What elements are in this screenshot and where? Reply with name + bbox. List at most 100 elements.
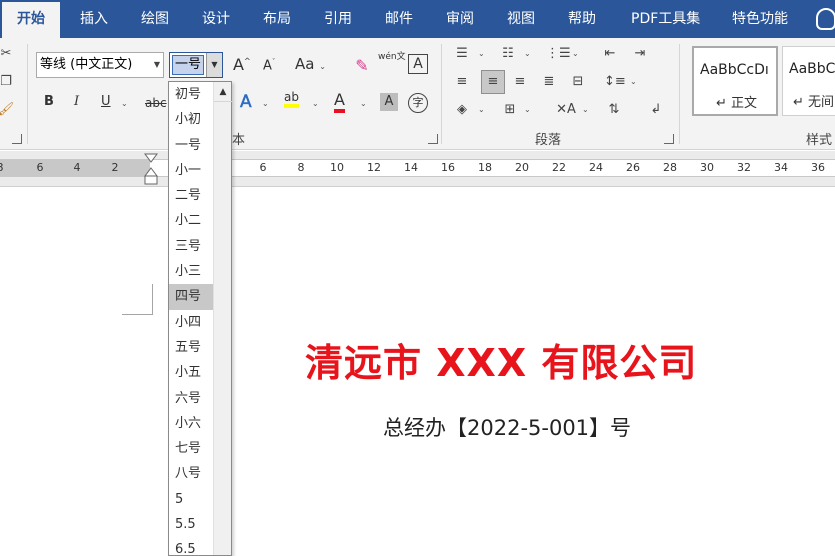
- tab-draw[interactable]: 绘图: [141, 0, 169, 38]
- font-size-dropdown-arrow-icon[interactable]: ▼: [206, 53, 222, 77]
- horizontal-ruler[interactable]: 8 6 4 2 6 8 10 12 14 16 18 20 22 24 26 2…: [0, 151, 835, 187]
- bullets-icon[interactable]: ☰: [452, 44, 472, 64]
- text-effects-button[interactable]: A: [240, 92, 252, 113]
- chevron-down-icon[interactable]: ▼: [154, 53, 160, 77]
- font-size-option[interactable]: 小二: [169, 208, 213, 233]
- font-launcher-icon[interactable]: [428, 134, 438, 144]
- font-size-value[interactable]: 一号: [172, 55, 204, 75]
- format-painter-icon[interactable]: 🖌: [0, 100, 16, 120]
- font-size-option[interactable]: 小六: [169, 411, 213, 436]
- line-spacing-icon[interactable]: ↕≡: [604, 72, 626, 92]
- dropdown-scrollbar[interactable]: ▲: [213, 82, 232, 555]
- ruler-tick: 12: [367, 161, 381, 174]
- multilevel-icon[interactable]: ⋮☰: [546, 44, 571, 64]
- document-subtitle[interactable]: 总经办【2022-5-001】号: [383, 412, 631, 442]
- font-size-option[interactable]: 小初: [169, 107, 213, 132]
- indent-marker-icon[interactable]: [144, 153, 158, 185]
- character-border-button[interactable]: A: [408, 54, 428, 74]
- underline-dropdown-icon[interactable]: ⌄: [121, 99, 128, 108]
- chinese-layout-dropdown-icon[interactable]: ⌄: [582, 105, 589, 114]
- page-corner-mark: [122, 284, 153, 315]
- decrease-indent-icon[interactable]: ⇤: [600, 44, 620, 64]
- align-center-icon[interactable]: ≡: [481, 70, 505, 94]
- font-size-option[interactable]: 小五: [169, 360, 213, 385]
- tab-layout[interactable]: 布局: [263, 0, 291, 38]
- tab-home[interactable]: 开始: [2, 2, 60, 38]
- font-size-option[interactable]: 初号: [169, 82, 213, 107]
- distributed-icon[interactable]: ⊟: [568, 72, 588, 92]
- document-page[interactable]: 清远市 XXX 有限公司 总经办【2022-5-001】号: [0, 188, 835, 556]
- clipboard-launcher-icon[interactable]: [12, 134, 22, 144]
- tab-help[interactable]: 帮助: [568, 0, 596, 38]
- align-left-icon[interactable]: ≡: [452, 72, 472, 92]
- line-spacing-dropdown-icon[interactable]: ⌄: [630, 77, 637, 86]
- ruler-tick: 30: [700, 161, 714, 174]
- change-case-button[interactable]: Aa ⌄: [295, 55, 326, 73]
- font-size-option[interactable]: 小四: [169, 310, 213, 335]
- font-size-option[interactable]: 二号: [169, 183, 213, 208]
- tab-pdf-tools[interactable]: PDF工具集: [631, 0, 700, 38]
- tab-insert[interactable]: 插入: [80, 0, 108, 38]
- font-size-combobox[interactable]: 一号 ▼: [169, 52, 223, 78]
- strikethrough-button[interactable]: abc: [145, 96, 167, 110]
- highlight-button[interactable]: ab: [284, 90, 299, 108]
- highlight-dropdown-icon[interactable]: ⌄: [312, 99, 319, 108]
- phonetic-guide-button[interactable]: wén文: [378, 52, 406, 62]
- font-size-option[interactable]: 七号: [169, 436, 213, 461]
- font-size-option[interactable]: 6.5: [169, 537, 213, 556]
- font-color-button[interactable]: A: [334, 90, 345, 113]
- scroll-up-icon[interactable]: ▲: [214, 82, 232, 102]
- tab-mailings[interactable]: 邮件: [385, 0, 413, 38]
- text-effects-dropdown-icon[interactable]: ⌄: [262, 99, 269, 108]
- font-size-dropdown-list[interactable]: 初号 小初 一号 小一 二号 小二 三号 小三 四号 小四 五号 小五 六号 小六 七号 八号 5 5.5 6.5 …: [168, 81, 232, 556]
- font-size-option[interactable]: 5: [169, 487, 213, 512]
- copy-icon[interactable]: ❐: [0, 72, 16, 92]
- align-right-icon[interactable]: ≡: [510, 72, 530, 92]
- font-size-option[interactable]: 三号: [169, 234, 213, 259]
- font-color-dropdown-icon[interactable]: ⌄: [360, 99, 367, 108]
- font-size-option[interactable]: 五号: [169, 335, 213, 360]
- multilevel-dropdown-icon[interactable]: ⌄: [572, 49, 579, 58]
- ribbon: ✂ ❐ 🖌 等线 (中文正文) ▼ 一号 ▼ A^ Aˇ Aa ⌄ ✎ wén文…: [0, 38, 835, 150]
- document-title[interactable]: 清远市 XXX 有限公司: [305, 332, 697, 387]
- bullets-dropdown-icon[interactable]: ⌄: [478, 49, 485, 58]
- tab-special-features[interactable]: 特色功能: [732, 0, 788, 38]
- font-size-option[interactable]: 小一: [169, 158, 213, 183]
- justify-icon[interactable]: ≣: [539, 72, 559, 92]
- numbering-dropdown-icon[interactable]: ⌄: [524, 49, 531, 58]
- font-size-option[interactable]: 四号: [169, 284, 213, 310]
- increase-indent-icon[interactable]: ⇥: [630, 44, 650, 64]
- borders-icon[interactable]: ⊞: [500, 100, 520, 120]
- shading-icon[interactable]: ◈: [452, 100, 472, 120]
- shrink-font-button[interactable]: Aˇ: [263, 58, 275, 73]
- tab-design[interactable]: 设计: [202, 0, 230, 38]
- tab-references[interactable]: 引用: [324, 0, 352, 38]
- italic-button[interactable]: I: [74, 94, 79, 109]
- font-size-option[interactable]: 5.5: [169, 512, 213, 537]
- font-name-combobox[interactable]: 等线 (中文正文) ▼: [36, 52, 164, 78]
- font-size-option[interactable]: 小三: [169, 259, 213, 284]
- style-card-normal[interactable]: AaBbCcDı ↵ 正文: [692, 46, 778, 116]
- font-size-option[interactable]: 八号: [169, 461, 213, 486]
- numbering-icon[interactable]: ☷: [498, 44, 518, 64]
- tab-view[interactable]: 视图: [507, 0, 535, 38]
- cut-icon[interactable]: ✂: [0, 44, 16, 64]
- tab-review[interactable]: 审阅: [446, 0, 474, 38]
- clear-format-icon[interactable]: ✎: [352, 56, 372, 76]
- bold-button[interactable]: B: [44, 94, 54, 109]
- borders-dropdown-icon[interactable]: ⌄: [524, 105, 531, 114]
- underline-button[interactable]: U: [101, 94, 111, 109]
- lightbulb-icon[interactable]: [816, 8, 835, 30]
- font-size-option[interactable]: 一号: [169, 133, 213, 158]
- style-card-no-spacing[interactable]: AaBbCcDı ↵ 无间: [782, 46, 835, 116]
- paragraph-launcher-icon[interactable]: [664, 134, 674, 144]
- chinese-layout-icon[interactable]: ✕A: [556, 100, 576, 120]
- font-size-option[interactable]: 六号: [169, 386, 213, 411]
- shading-dropdown-icon[interactable]: ⌄: [478, 105, 485, 114]
- sort-icon[interactable]: ⇅: [604, 100, 624, 120]
- show-marks-icon[interactable]: ↲: [646, 100, 666, 120]
- character-shading-button[interactable]: A: [380, 93, 398, 111]
- ruler-tick: 22: [552, 161, 566, 174]
- enclose-characters-button[interactable]: 字: [408, 93, 428, 113]
- grow-font-button[interactable]: A^: [233, 55, 251, 74]
